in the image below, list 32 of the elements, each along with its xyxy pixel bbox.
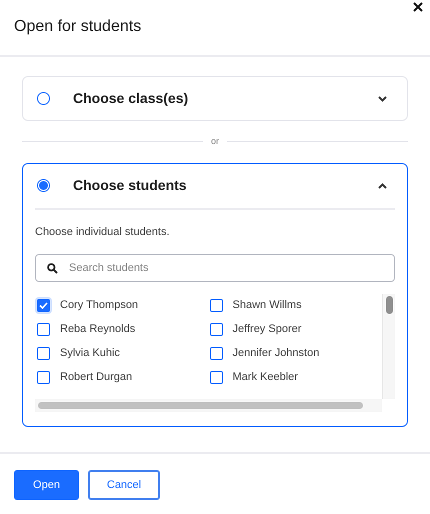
option-label[interactable]: Choose class(es) (73, 88, 378, 109)
checkbox[interactable] (37, 323, 50, 336)
chevron-down-icon[interactable] (378, 96, 387, 102)
checkbox[interactable] (210, 299, 222, 312)
description-text: Choose individual students. (35, 224, 171, 240)
option-label[interactable]: Choose students (73, 175, 378, 196)
student-name: Mark Keebler (232, 370, 298, 386)
checkbox[interactable] (37, 347, 50, 360)
chevron-up-icon[interactable] (378, 182, 387, 188)
student-name: Jennifer Johnston (232, 346, 320, 362)
vertical-scrollbar[interactable] (382, 294, 395, 399)
separator-text: or (211, 135, 220, 148)
student-name: Cory Thompson (60, 298, 138, 314)
student-name: Shawn Willms (232, 298, 302, 314)
checkbox[interactable] (210, 323, 222, 336)
cancel-button[interactable]: Cancel (88, 470, 160, 500)
radio-button[interactable] (37, 179, 50, 192)
close-icon[interactable] (413, 2, 423, 12)
student-name: Sylvia Kuhic (60, 346, 120, 362)
open-button[interactable]: Open (14, 470, 79, 500)
checkbox[interactable] (210, 347, 222, 360)
search-icon (47, 263, 58, 274)
horizontal-scrollbar[interactable] (35, 399, 382, 412)
dialog-title: Open for students (14, 16, 142, 36)
student-name: Reba Reynolds (60, 322, 136, 338)
search-field[interactable]: Search students (35, 254, 395, 282)
checkbox[interactable] (37, 299, 50, 312)
student-name: Robert Durgan (60, 370, 132, 386)
radio-button[interactable] (37, 92, 50, 105)
checkbox[interactable] (210, 371, 222, 384)
checkbox[interactable] (37, 371, 50, 384)
student-name: Jeffrey Sporer (232, 322, 302, 338)
